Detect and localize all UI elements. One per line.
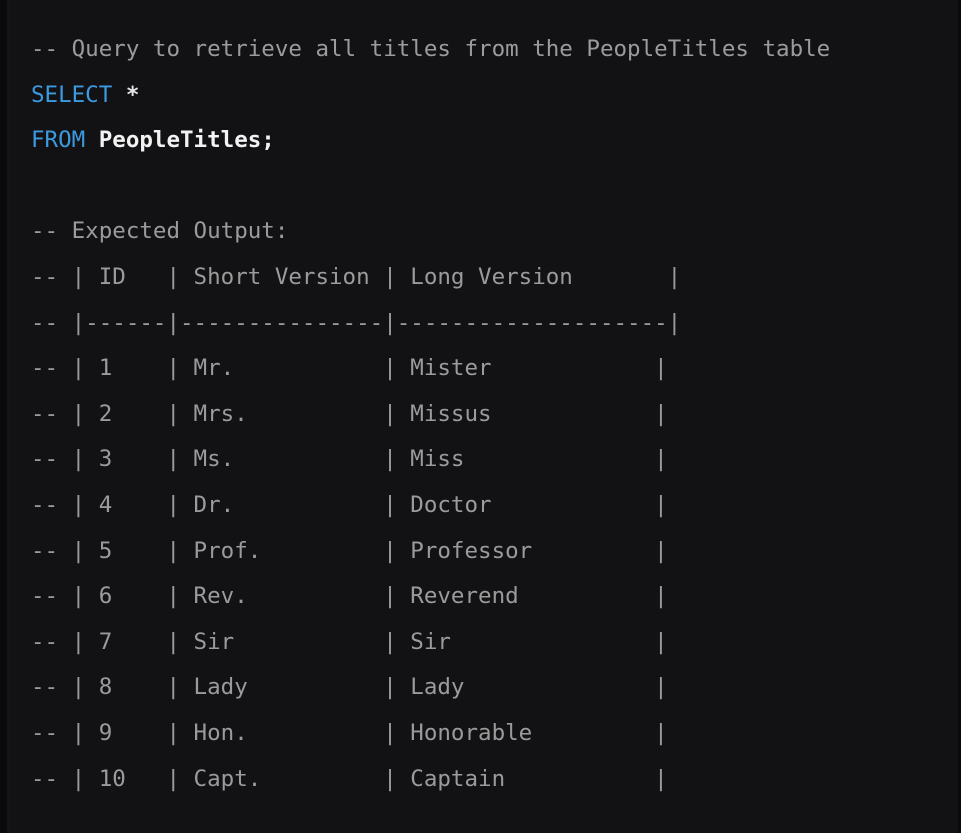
sql-star-operator: *	[125, 81, 140, 108]
ascii-table-row: -- | 9 | Hon. | Honorable |	[31, 719, 668, 746]
ascii-table-header: -- | ID | Short Version | Long Version |	[31, 263, 682, 290]
ascii-table-row: -- | 6 | Rev. | Reverend |	[31, 583, 668, 610]
code-line-table-row[interactable]: -- | 4 | Dr. | Doctor |	[7, 483, 961, 529]
code-line-table-row[interactable]: -- | 9 | Hon. | Honorable |	[7, 711, 961, 757]
ascii-table-row: -- | 4 | Dr. | Doctor |	[31, 491, 668, 518]
sql-table-name: PeopleTitles;	[98, 127, 275, 154]
ascii-table-row: -- | 3 | Ms. | Miss |	[31, 446, 668, 473]
sql-keyword-from: FROM	[31, 127, 86, 154]
ascii-table-row: -- | 10 | Capt. | Captain |	[31, 765, 668, 792]
code-editor[interactable]: -- Query to retrieve all titles from the…	[0, 0, 961, 833]
code-line-table-row[interactable]: -- | 5 | Prof. | Professor |	[7, 529, 961, 575]
sql-comment: -- Expected Output:	[31, 218, 289, 245]
ascii-table-row: -- | 2 | Mrs. | Missus |	[31, 400, 668, 427]
code-line-table-row[interactable]: -- | 2 | Mrs. | Missus |	[7, 392, 961, 438]
code-line-table-row[interactable]: -- | 3 | Ms. | Miss |	[7, 437, 961, 483]
code-line-table-row[interactable]: -- | 1 | Mr. | Mister |	[7, 346, 961, 392]
code-content[interactable]: -- Query to retrieve all titles from the…	[7, 0, 961, 802]
sql-keyword-select: SELECT	[31, 81, 113, 108]
sql-comment: -- Query to retrieve all titles from the…	[31, 36, 831, 62]
code-line-expected-output[interactable]: -- Expected Output:	[7, 209, 961, 255]
ascii-table-row: -- | 7 | Sir | Sir |	[31, 628, 668, 655]
ascii-table-row: -- | 5 | Prof. | Professor |	[31, 537, 668, 564]
code-line-select[interactable]: SELECT *	[7, 73, 961, 119]
code-line-table-row[interactable]: -- | 8 | Lady | Lady |	[7, 665, 961, 711]
code-line-table-row[interactable]: -- | 7 | Sir | Sir |	[7, 620, 961, 666]
ascii-table-row: -- | 1 | Mr. | Mister |	[31, 355, 668, 382]
code-line-from[interactable]: FROM PeopleTitles;	[7, 118, 961, 164]
ascii-table-row: -- | 8 | Lady | Lady |	[31, 674, 668, 701]
ascii-table-separator: -- |------|---------------|-------------…	[31, 309, 682, 336]
code-line-blank-1[interactable]	[7, 164, 961, 210]
code-line-comment-header[interactable]: -- Query to retrieve all titles from the…	[7, 27, 961, 73]
code-line-table-header[interactable]: -- | ID | Short Version | Long Version |	[7, 255, 961, 301]
code-line-table-row[interactable]: -- | 6 | Rev. | Reverend |	[7, 574, 961, 620]
code-line-table-separator[interactable]: -- |------|---------------|-------------…	[7, 301, 961, 347]
code-line-table-row[interactable]: -- | 10 | Capt. | Captain |	[7, 757, 961, 803]
